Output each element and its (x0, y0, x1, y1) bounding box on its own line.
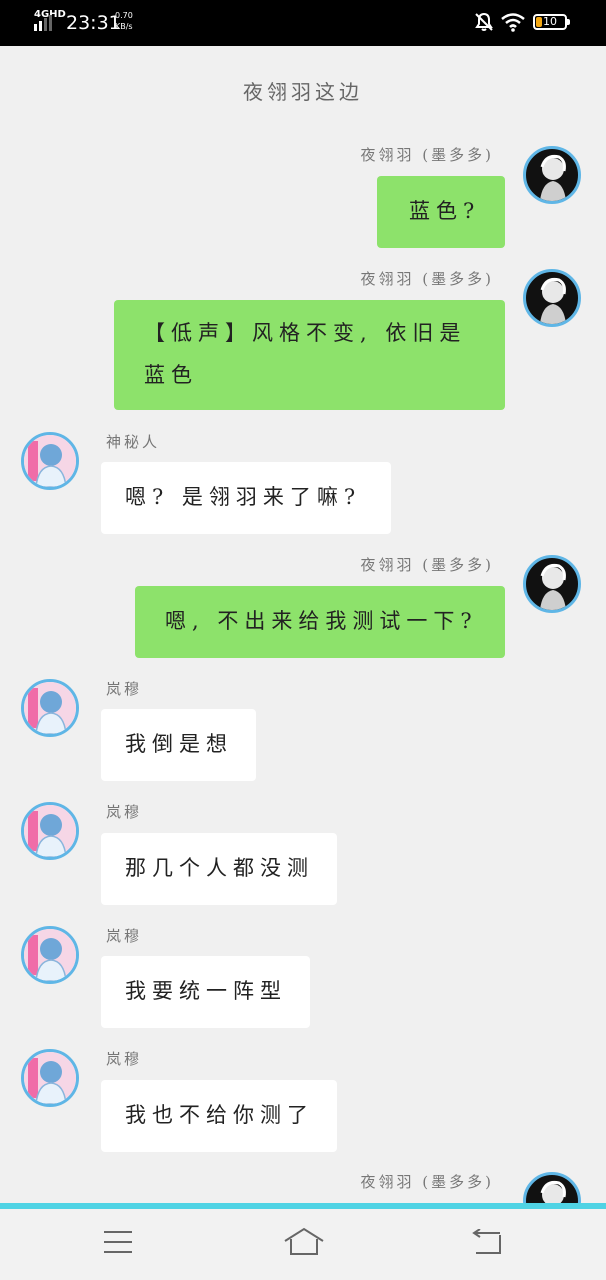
home-icon[interactable] (283, 1227, 325, 1257)
sender-name: 岚穆 (106, 803, 143, 821)
speed-value: 0.70 (115, 11, 133, 20)
mute-bell-icon (475, 12, 493, 31)
message-bubble[interactable]: 嗯, 不出来给我测试一下? (135, 586, 505, 658)
menu-icon[interactable] (103, 1229, 133, 1255)
chat-title: 夜翎羽这边 (243, 80, 363, 104)
signal-icon (34, 15, 52, 31)
clock: 23:31 (66, 12, 121, 34)
sender-name: 岚穆 (106, 927, 143, 945)
back-icon[interactable] (470, 1229, 504, 1257)
status-bar: 4GHD 23:31 0.70 KB/s 10 (0, 0, 606, 46)
message-bubble[interactable]: 嗯? 是翎羽来了嘛? (101, 462, 391, 534)
message-text-line: 蓝色 (144, 363, 198, 387)
sender-name: 神秘人 (106, 433, 161, 451)
message-bubble[interactable]: 我要统一阵型 (101, 956, 310, 1028)
network-speed: 0.70 KB/s (115, 10, 133, 32)
speed-unit: KB/s (115, 22, 133, 31)
avatar[interactable] (21, 1049, 79, 1107)
message-bubble[interactable]: 【低声】风格不变, 依旧是 蓝色 (114, 300, 505, 410)
sender-name: 岚穆 (106, 1050, 143, 1068)
battery-icon: 10 (533, 14, 570, 30)
message-bubble[interactable]: 我倒是想 (101, 709, 256, 781)
avatar[interactable] (21, 679, 79, 737)
wifi-icon (501, 13, 525, 32)
sender-name: 夜翎羽 (墨多多) (360, 556, 494, 574)
sender-name: 夜翎羽 (墨多多) (360, 1173, 494, 1191)
message-bubble[interactable]: 蓝色? (377, 176, 505, 248)
avatar[interactable] (21, 926, 79, 984)
avatar[interactable] (21, 432, 79, 490)
avatar[interactable] (523, 555, 581, 613)
message-bubble[interactable]: 我也不给你测了 (101, 1080, 337, 1152)
sender-name: 夜翎羽 (墨多多) (360, 146, 494, 164)
battery-level: 10 (543, 15, 557, 28)
avatar[interactable] (21, 802, 79, 860)
navigation-bar (0, 1203, 606, 1280)
sender-name: 岚穆 (106, 680, 143, 698)
sender-name: 夜翎羽 (墨多多) (360, 270, 494, 288)
avatar[interactable] (523, 269, 581, 327)
message-text-line: 【低声】风格不变, 依旧是 (144, 321, 467, 345)
message-bubble[interactable]: 那几个人都没测 (101, 833, 337, 905)
avatar[interactable] (523, 146, 581, 204)
